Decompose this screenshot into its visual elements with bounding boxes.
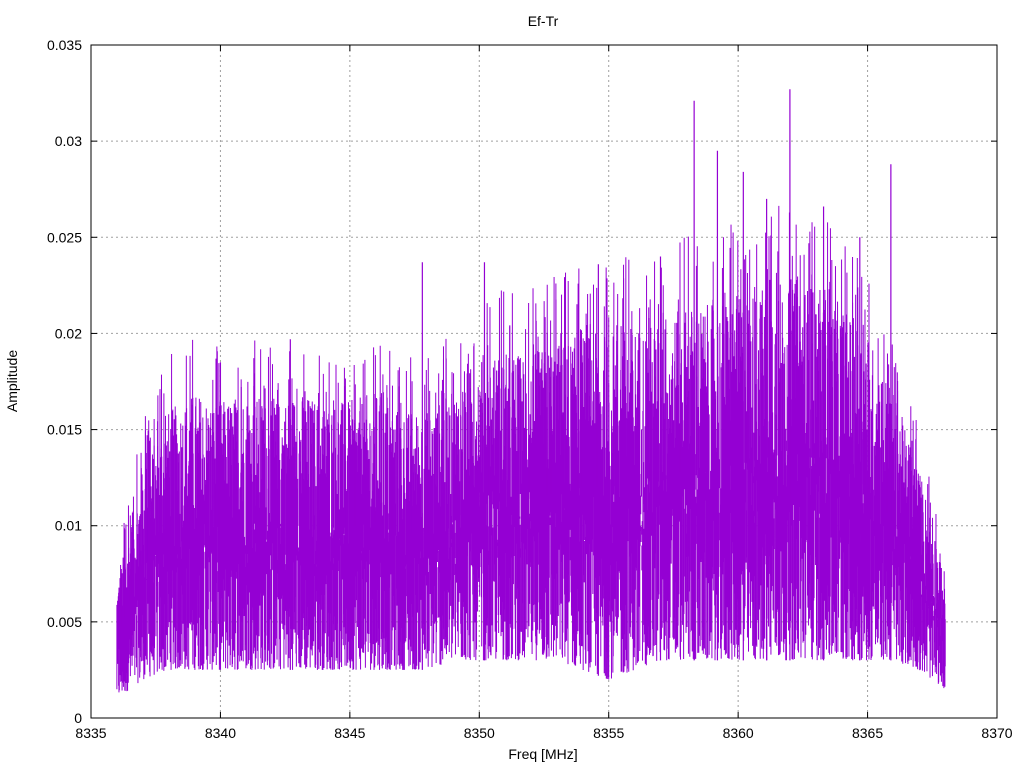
plot-area	[116, 89, 946, 693]
y-axis-label: Amplitude	[4, 350, 20, 412]
y-tick-label: 0	[74, 710, 82, 726]
x-tick-label: 8370	[981, 725, 1012, 741]
chart-title: Ef-Tr	[528, 13, 559, 29]
y-tick-label: 0.035	[47, 37, 82, 53]
x-tick-label: 8350	[464, 725, 495, 741]
y-tick-label: 0.015	[47, 422, 82, 438]
x-tick-label: 8340	[205, 725, 236, 741]
x-tick-label: 8335	[75, 725, 106, 741]
y-tick-label: 0.005	[47, 614, 82, 630]
x-tick-label: 8360	[723, 725, 754, 741]
x-tick-label: 8355	[593, 725, 624, 741]
y-tick-label: 0.02	[55, 325, 82, 341]
x-tick-label: 8345	[334, 725, 365, 741]
x-axis-label: Freq [MHz]	[508, 746, 577, 762]
y-tick-label: 0.03	[55, 133, 82, 149]
y-tick-label: 0.025	[47, 229, 82, 245]
chart: Ef-Tr 8335 8340 8345 8350 8355 8360 8365 8370 0 0…	[4, 13, 1013, 762]
y-tick-label: 0.01	[55, 518, 82, 534]
x-tick-label: 8365	[852, 725, 883, 741]
